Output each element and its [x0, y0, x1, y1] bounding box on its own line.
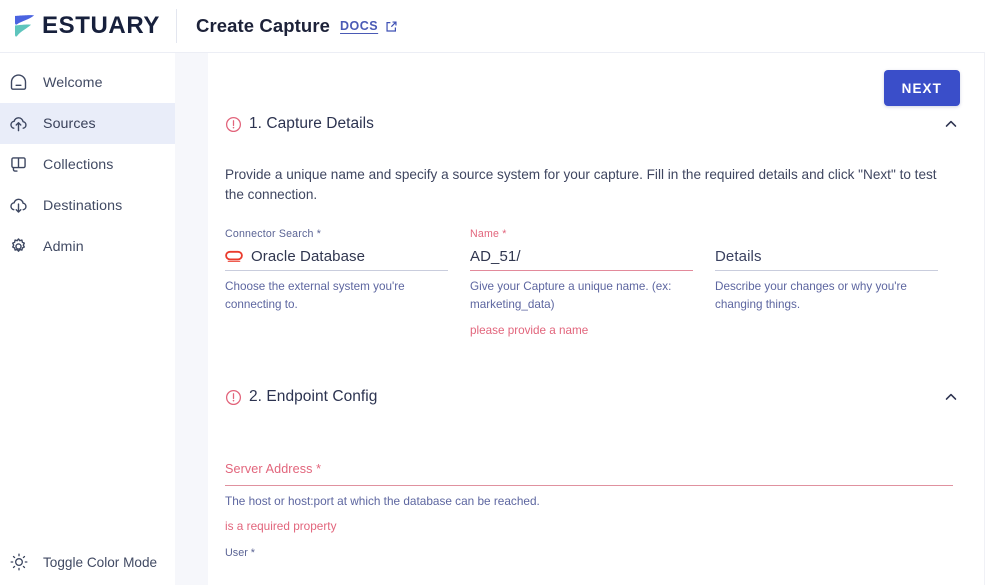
oracle-logo-icon [225, 251, 243, 263]
content-gutter [175, 52, 208, 585]
name-label: Name * [470, 227, 507, 240]
next-button[interactable]: NEXT [883, 70, 960, 106]
sidebar-nav: Welcome Sources Collections Destinations… [0, 52, 175, 585]
name-input[interactable]: AD_51/ [470, 244, 693, 271]
sidebar-item-list: Welcome Sources Collections Destinations… [0, 53, 175, 267]
sun-icon [8, 552, 29, 573]
page-title: Create Capture [196, 15, 331, 36]
capture-details-section: 1. Capture Details Provide a unique name… [208, 109, 984, 340]
sidebar-item-collections[interactable]: Collections [0, 144, 175, 185]
sidebar-label-sources: Sources [43, 115, 96, 132]
docs-link[interactable]: DOCS [340, 19, 399, 34]
details-input[interactable]: Details [715, 244, 938, 271]
page-title-group: Create Capture DOCS [177, 15, 399, 37]
name-help: Give your Capture a unique name. (ex: ma… [470, 279, 672, 311]
name-value: AD_51/ [470, 248, 521, 266]
server-address-error: is a required property [225, 519, 337, 534]
brand-logo[interactable]: ESTUARY [0, 0, 176, 52]
next-button-row: NEXT [208, 53, 984, 109]
cloud-upload-icon [8, 113, 29, 134]
error-circle-icon [225, 389, 242, 405]
connector-search-help: Choose the external system you're connec… [225, 279, 405, 311]
estuary-logo-icon [15, 15, 34, 37]
server-address-help: The host or host:port at which the datab… [225, 494, 540, 509]
sidebar-item-sources[interactable]: Sources [0, 103, 175, 144]
top-header-bar: ESTUARY Create Capture DOCS [0, 0, 985, 52]
home-icon [8, 72, 29, 93]
endpoint-config-header[interactable]: 2. Endpoint Config [225, 382, 960, 412]
capture-details-header[interactable]: 1. Capture Details [225, 109, 960, 139]
name-error: please provide a name [470, 324, 589, 338]
toggle-color-mode-label: Toggle Color Mode [43, 554, 158, 570]
details-help: Describe your changes or why you're chan… [715, 279, 907, 311]
details-value: Details [715, 248, 762, 266]
connector-search-label: Connector Search * [225, 227, 322, 240]
sidebar-label-welcome: Welcome [43, 74, 103, 91]
connector-search-input[interactable]: Oracle Database [225, 244, 448, 271]
toggle-color-mode-button[interactable]: Toggle Color Mode [0, 539, 175, 585]
server-address-label: Server Address * [225, 462, 322, 477]
docs-link-label: DOCS [340, 19, 379, 33]
gear-icon [8, 236, 29, 257]
capture-details-fields: Connector Search * Oracle Database Choos… [225, 228, 960, 340]
main-content-panel: NEXT 1. Capture Details Provide a unique… [208, 52, 985, 585]
connector-search-value: Oracle Database [251, 248, 366, 266]
chevron-up-icon[interactable] [942, 115, 960, 133]
connector-search-field: Connector Search * Oracle Database Choos… [225, 228, 470, 340]
sidebar-item-welcome[interactable]: Welcome [0, 62, 175, 103]
sidebar-item-destinations[interactable]: Destinations [0, 185, 175, 226]
capture-details-description: Provide a unique name and specify a sour… [225, 167, 937, 203]
server-address-field: Server Address * The host or host:port a… [225, 462, 960, 533]
sidebar-label-admin: Admin [43, 238, 84, 255]
sidebar-label-collections: Collections [43, 156, 114, 173]
server-address-input[interactable] [225, 485, 953, 487]
sidebar-label-destinations: Destinations [43, 197, 123, 214]
name-field: Name * AD_51/ Give your Capture a unique… [470, 228, 715, 340]
user-label: User * [225, 547, 255, 560]
app-root: ESTUARY Create Capture DOCS Welcome Sour… [0, 0, 985, 585]
brand-wordmark: ESTUARY [42, 12, 160, 39]
capture-details-title: 1. Capture Details [249, 115, 374, 132]
chevron-up-icon[interactable] [942, 388, 960, 406]
error-circle-icon [225, 116, 242, 132]
endpoint-config-title: 2. Endpoint Config [249, 388, 378, 406]
details-field: Details Describe your changes or why you… [715, 228, 960, 340]
collections-icon [8, 154, 29, 175]
sidebar-item-admin[interactable]: Admin [0, 226, 175, 267]
endpoint-config-section: 2. Endpoint Config Server Address * The … [208, 382, 984, 559]
external-link-icon [386, 20, 397, 32]
cloud-download-icon [8, 195, 29, 216]
details-label [715, 228, 938, 242]
